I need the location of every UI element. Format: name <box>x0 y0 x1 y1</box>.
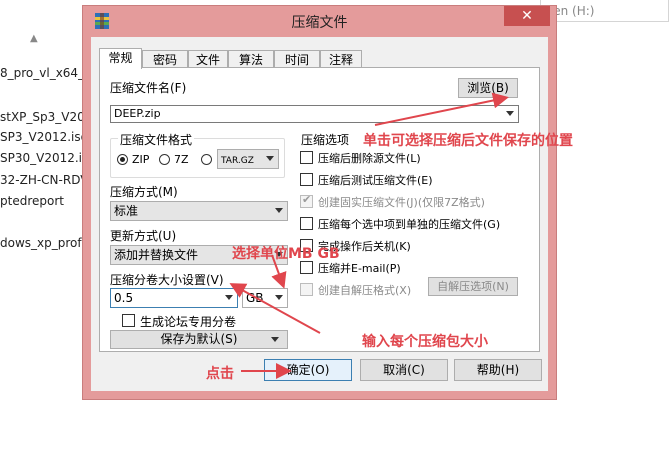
annotation-size-hint: 输入每个压缩包大小 <box>362 334 488 350</box>
annotation-browse-hint: 单击可选择压缩后文件保存的位置 <box>363 133 573 149</box>
annotation-arrows <box>229 92 509 379</box>
arrow-to-browse <box>374 92 509 126</box>
arrow-to-size <box>229 283 321 334</box>
annotation-unit-hint: 选择单位MB GB <box>232 246 340 262</box>
annotation-click-hint: 点击 <box>206 366 234 382</box>
tab-general[interactable]: 常规 <box>99 48 142 69</box>
